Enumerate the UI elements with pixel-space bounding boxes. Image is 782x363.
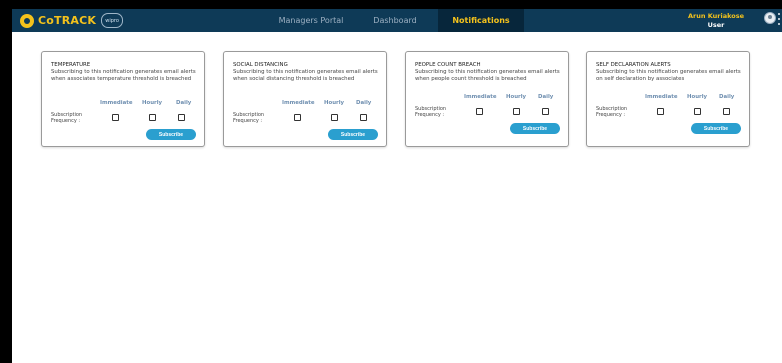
nav-dashboard[interactable]: Dashboard bbox=[364, 9, 426, 32]
immediate-header: Immediate bbox=[282, 100, 315, 106]
hourly-header: Hourly bbox=[687, 94, 708, 100]
logo-text: CoTRACK bbox=[38, 14, 97, 27]
cotrack-logo-icon bbox=[20, 13, 34, 28]
immediate-header: Immediate bbox=[100, 100, 133, 106]
hourly-header: Hourly bbox=[142, 100, 163, 106]
cotrack-logo[interactable]: CoTRACK wipro bbox=[20, 13, 124, 28]
top-navigation-bar: CoTRACK wipro Managers Portal Dashboard … bbox=[12, 9, 782, 32]
card-title: TEMPERATURE bbox=[51, 62, 91, 68]
notification-card-people-count-breach: PEOPLE COUNT BREACH Subscribing to this … bbox=[405, 51, 569, 147]
daily-checkbox[interactable] bbox=[542, 108, 549, 115]
card-description: Subscribing to this notification generat… bbox=[596, 69, 741, 82]
immediate-header: Immediate bbox=[645, 94, 678, 100]
user-role: User bbox=[707, 21, 725, 29]
card-description: Subscribing to this notification generat… bbox=[233, 69, 378, 82]
subscription-frequency-label: Subscription Frequency : bbox=[51, 112, 83, 124]
daily-header: Daily bbox=[719, 94, 735, 100]
daily-header: Daily bbox=[538, 94, 554, 100]
hourly-checkbox[interactable] bbox=[694, 108, 701, 115]
app-page: CoTRACK wipro Managers Portal Dashboard … bbox=[12, 9, 782, 363]
notification-card-temperature: TEMPERATURE Subscribing to this notifica… bbox=[41, 51, 205, 147]
subscribe-button[interactable]: Subscribe bbox=[328, 129, 378, 140]
daily-checkbox[interactable] bbox=[178, 114, 185, 121]
notification-card-social-distancing: SOCIAL DISTANCING Subscribing to this no… bbox=[223, 51, 387, 147]
card-description: Subscribing to this notification generat… bbox=[51, 69, 196, 82]
hourly-checkbox[interactable] bbox=[331, 114, 338, 121]
subscribe-button[interactable]: Subscribe bbox=[146, 129, 196, 140]
card-title: SOCIAL DISTANCING bbox=[233, 62, 288, 68]
subscription-frequency-label: Subscription Frequency : bbox=[233, 112, 265, 124]
card-title: SELF DECLARATION ALERTS bbox=[596, 62, 671, 68]
user-name: Arun Kuriakose bbox=[687, 12, 744, 20]
daily-checkbox[interactable] bbox=[723, 108, 730, 115]
subscribe-button[interactable]: Subscribe bbox=[510, 123, 560, 134]
subscription-frequency-label: Subscription Frequency : bbox=[596, 106, 628, 118]
notification-card-self-declaration-alerts: SELF DECLARATION ALERTS Subscribing to t… bbox=[586, 51, 750, 147]
daily-checkbox[interactable] bbox=[360, 114, 367, 121]
avatar-icon[interactable] bbox=[764, 12, 776, 24]
hourly-checkbox[interactable] bbox=[149, 114, 156, 121]
immediate-checkbox[interactable] bbox=[476, 108, 483, 115]
more-menu-icon[interactable] bbox=[778, 13, 781, 25]
immediate-checkbox[interactable] bbox=[112, 114, 119, 121]
hourly-header: Hourly bbox=[506, 94, 527, 100]
subscription-frequency-label: Subscription Frequency : bbox=[415, 106, 447, 118]
daily-header: Daily bbox=[176, 100, 192, 106]
hourly-checkbox[interactable] bbox=[513, 108, 520, 115]
user-info[interactable]: Arun Kuriakose User bbox=[688, 12, 744, 30]
nav-managers-portal[interactable]: Managers Portal bbox=[270, 9, 352, 32]
immediate-header: Immediate bbox=[464, 94, 497, 100]
daily-header: Daily bbox=[356, 100, 372, 106]
immediate-checkbox[interactable] bbox=[294, 114, 301, 121]
nav-notifications[interactable]: Notifications bbox=[438, 9, 524, 32]
immediate-checkbox[interactable] bbox=[657, 108, 664, 115]
subscribe-button[interactable]: Subscribe bbox=[691, 123, 741, 134]
card-description: Subscribing to this notification generat… bbox=[415, 69, 560, 82]
card-title: PEOPLE COUNT BREACH bbox=[415, 62, 481, 68]
wipro-badge: wipro bbox=[101, 13, 124, 28]
hourly-header: Hourly bbox=[324, 100, 345, 106]
